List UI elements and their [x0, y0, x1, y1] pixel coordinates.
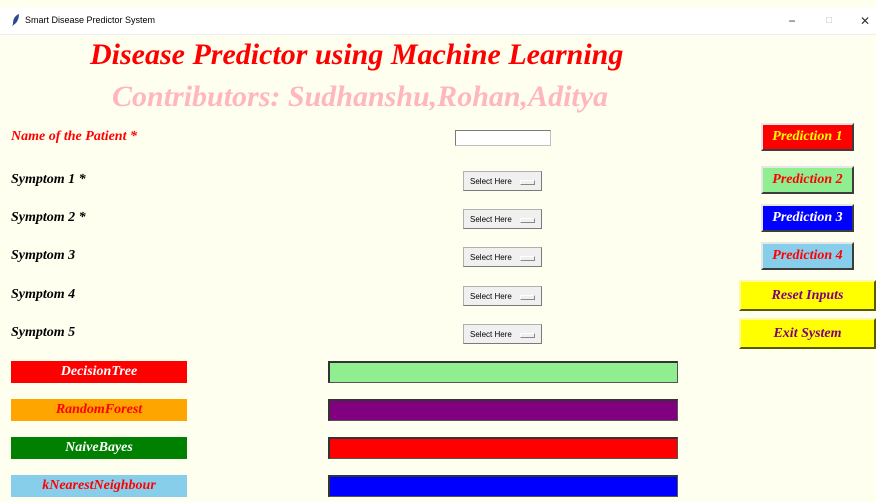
prediction-1-button[interactable]: Prediction 1	[761, 123, 854, 151]
prediction-2-button[interactable]: Prediction 2	[761, 166, 854, 194]
exit-system-button[interactable]: Exit System	[739, 318, 876, 349]
symptom-1-selected: Select Here	[470, 177, 512, 186]
maximize-button[interactable]: □	[815, 11, 843, 31]
decision-tree-label: DecisionTree	[11, 361, 187, 383]
minimize-button[interactable]: −	[778, 11, 806, 31]
symptom-1-select[interactable]: Select Here	[463, 171, 542, 191]
window-titlebar: Smart Disease Predictor System − □ ✕	[0, 8, 876, 35]
symptom-4-label: Symptom 4	[11, 287, 76, 302]
option-menu-indicator-icon	[520, 180, 535, 185]
random-forest-label: RandomForest	[11, 399, 187, 421]
knn-result	[328, 475, 678, 497]
option-menu-indicator-icon	[520, 218, 535, 223]
symptom-2-selected: Select Here	[470, 215, 512, 224]
reset-inputs-button[interactable]: Reset Inputs	[739, 280, 876, 311]
symptom-4-select[interactable]: Select Here	[463, 286, 542, 306]
patient-name-label: Name of the Patient *	[11, 129, 137, 144]
symptom-3-selected: Select Here	[470, 253, 512, 262]
symptom-3-label: Symptom 3	[11, 248, 76, 263]
feather-icon	[12, 14, 19, 26]
decision-tree-result	[328, 361, 678, 383]
patient-name-input[interactable]	[455, 130, 551, 146]
prediction-4-button[interactable]: Prediction 4	[761, 242, 854, 270]
contributors-subtitle: Contributors: Sudhanshu,Rohan,Aditya	[112, 80, 609, 113]
naive-bayes-label: NaiveBayes	[11, 437, 187, 459]
symptom-4-selected: Select Here	[470, 292, 512, 301]
symptom-5-selected: Select Here	[470, 330, 512, 339]
symptom-5-label: Symptom 5	[11, 325, 76, 340]
option-menu-indicator-icon	[520, 256, 535, 261]
symptom-2-label: Symptom 2 *	[11, 210, 86, 225]
option-menu-indicator-icon	[520, 295, 535, 300]
symptom-2-select[interactable]: Select Here	[463, 209, 542, 229]
symptom-5-select[interactable]: Select Here	[463, 324, 542, 344]
symptom-1-label: Symptom 1 *	[11, 172, 86, 187]
naive-bayes-result	[328, 437, 678, 459]
close-button[interactable]: ✕	[851, 11, 876, 31]
page-title: Disease Predictor using Machine Learning	[90, 38, 624, 71]
option-menu-indicator-icon	[520, 333, 535, 338]
random-forest-result	[328, 399, 678, 421]
knn-label: kNearestNeighbour	[11, 475, 187, 497]
prediction-3-button[interactable]: Prediction 3	[761, 204, 854, 232]
window-title: Smart Disease Predictor System	[25, 15, 156, 25]
symptom-3-select[interactable]: Select Here	[463, 247, 542, 267]
